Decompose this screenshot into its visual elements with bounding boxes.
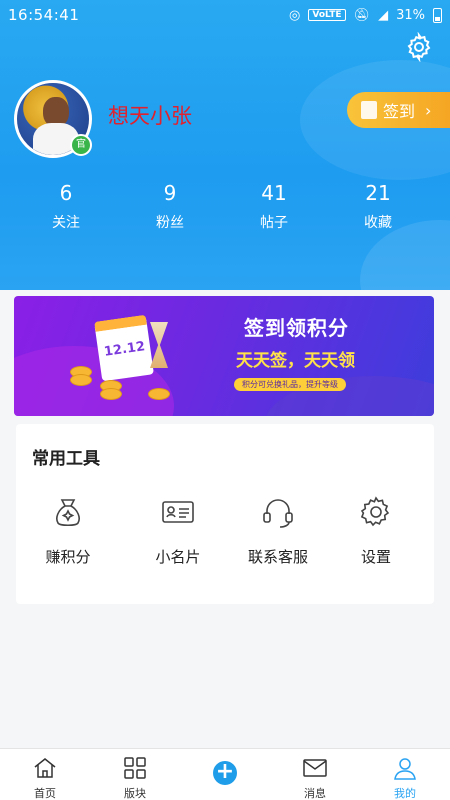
signin-label: 签到 [383, 102, 416, 121]
signal-icon: ◢ [378, 7, 389, 23]
coin-icon [100, 388, 122, 400]
grid-icon [124, 757, 146, 779]
battery-icon [433, 7, 442, 23]
plus-icon: + [213, 761, 237, 785]
mail-icon [303, 759, 327, 777]
id-card-icon [162, 501, 194, 523]
headset-icon [263, 499, 293, 528]
stat-label: 关注 [52, 215, 80, 231]
battery-text: 31% [396, 7, 425, 23]
tab-label: 首页 [34, 787, 56, 800]
tool-label: 联系客服 [247, 548, 308, 566]
common-tools-card: 常用工具 赚积分 小名片 联系客服 设置 [16, 424, 434, 604]
bottom-tab-bar: 首页 版块 + 消息 我的 [0, 748, 450, 800]
banner-subtitle: 天天签，天天领 [236, 351, 355, 371]
stat-fans[interactable]: 9 粉丝 [118, 178, 222, 232]
stat-posts[interactable]: 41 帖子 [222, 178, 326, 232]
home-icon [34, 758, 56, 778]
status-time: 16:54:41 [8, 6, 80, 24]
stat-value: 21 [365, 181, 391, 205]
signin-doc-icon [361, 101, 377, 119]
status-bar: 16:54:41 ◎ VoLTE 🔕︎ ◢ 31% [0, 0, 450, 30]
tool-label: 小名片 [155, 548, 201, 566]
tab-label: 版块 [124, 787, 146, 800]
tab-boards[interactable]: 版块 [90, 749, 180, 800]
stat-value: 6 [59, 181, 73, 205]
tool-business-card[interactable]: 小名片 [128, 494, 228, 567]
tab-mine[interactable]: 我的 [360, 749, 450, 800]
tool-customer-service[interactable]: 联系客服 [228, 494, 328, 567]
profile-stats: 6 关注 9 粉丝 41 帖子 21 收藏 [0, 178, 450, 232]
profile-header: 16:54:41 ◎ VoLTE 🔕︎ ◢ 31% 官 想天小张 签到 › 6 … [0, 0, 450, 290]
banner-note: 积分可兑换礼品，提升等级 [234, 378, 346, 391]
signin-button[interactable]: 签到 › [347, 92, 450, 128]
settings-gear-icon[interactable] [404, 31, 434, 63]
stat-value: 41 [261, 181, 287, 205]
tab-label: 我的 [394, 787, 416, 800]
volte-badge: VoLTE [308, 9, 346, 21]
person-icon [394, 758, 416, 780]
stat-label: 粉丝 [156, 215, 184, 231]
stat-value: 9 [163, 181, 177, 205]
tools-title: 常用工具 [32, 449, 100, 469]
signin-promo-banner[interactable]: 12.12 签到领积分 天天签，天天领 积分可兑换礼品，提升等级 [14, 296, 434, 416]
tool-earn-points[interactable]: 赚积分 [18, 494, 118, 567]
tab-home[interactable]: 首页 [0, 749, 90, 800]
banner-title: 签到领积分 [244, 316, 349, 340]
tool-settings[interactable]: 设置 [326, 494, 426, 567]
tab-post[interactable]: + [180, 749, 270, 800]
official-badge: 官 [70, 134, 92, 156]
tab-messages[interactable]: 消息 [270, 749, 360, 800]
coin-icon [70, 374, 92, 386]
hotspot-icon: ◎ [289, 7, 301, 23]
stat-label: 收藏 [364, 215, 392, 231]
coin-icon [148, 388, 170, 400]
tab-label: 消息 [304, 787, 326, 800]
chevron-right-icon: › [425, 100, 432, 120]
stat-following[interactable]: 6 关注 [14, 178, 118, 232]
hourglass-icon [150, 322, 168, 368]
tool-label: 赚积分 [45, 548, 91, 566]
stat-favorites[interactable]: 21 收藏 [326, 178, 430, 232]
tool-label: 设置 [360, 548, 391, 566]
gear-icon [360, 496, 390, 527]
mute-icon: 🔕︎ [353, 7, 371, 23]
stat-label: 帖子 [260, 215, 288, 231]
username[interactable]: 想天小张 [108, 100, 192, 130]
money-bag-icon [56, 499, 80, 527]
